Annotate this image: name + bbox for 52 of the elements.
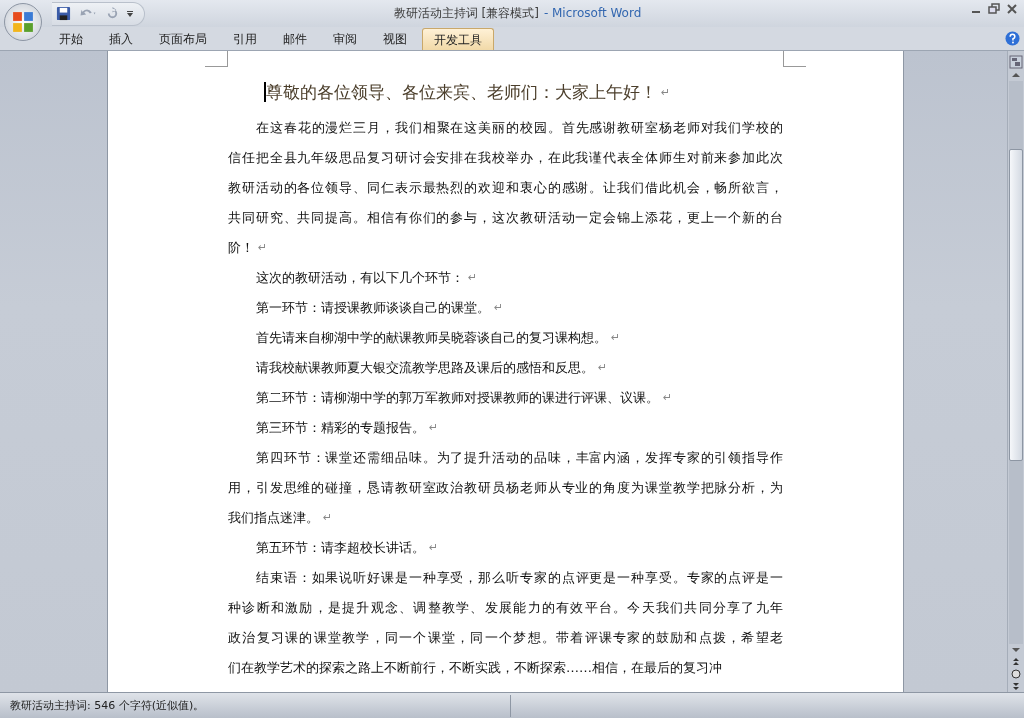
text-line: 教研活动的各位领导、同仁表示最热烈的欢迎和衷心的感谢。让我们借此机会，畅所欲言，	[228, 179, 783, 197]
vertical-scrollbar[interactable]	[1007, 51, 1024, 692]
text-line: 阶！	[228, 239, 254, 257]
greeting-heading: 尊敬的各位领导、各位来宾、老师们：大家上午好！	[266, 80, 657, 104]
ribbon-tab[interactable]: 邮件	[272, 28, 318, 50]
ruler-toggle-icon[interactable]	[1009, 55, 1023, 69]
text-line: 在这春花的漫烂三月，我们相聚在这美丽的校园。首先感谢教研室杨老师对我们学校的	[256, 119, 783, 137]
text-line: 第三环节：精彩的专题报告。	[256, 419, 425, 437]
text-line: 这次的教研活动，有以下几个环节：	[256, 269, 464, 287]
text-line: 首先请来自柳湖中学的献课教师吴晓蓉谈自己的复习课构想。	[256, 329, 607, 347]
text-line: 第一环节：请授课教师谈谈自己的课堂。	[256, 299, 490, 317]
app-name: - Microsoft Word	[543, 6, 642, 20]
text-line: 共同研究、共同提高。相信有你们的参与，这次教研活动一定会锦上添花，更上一个新的台	[228, 209, 783, 227]
paragraph-mark: ↵	[429, 540, 439, 556]
text-line: 信任把全县九年级思品复习研讨会安排在我校举办，在此我谨代表全体师生对前来参加此次	[228, 149, 783, 167]
paragraph-mark: ↵	[598, 360, 608, 376]
save-icon[interactable]	[56, 6, 71, 21]
paragraph-mark: ↵	[258, 240, 268, 256]
text-line: 政治复习课的课堂教学，同一个课堂，同一个梦想。带着评课专家的鼓励和点拨，希望老	[228, 629, 783, 647]
ribbon-tab[interactable]: 页面布局	[148, 28, 218, 50]
paragraph-mark: ↵	[663, 390, 673, 406]
browse-object-icon[interactable]	[1009, 668, 1023, 680]
paragraph-mark: ↵	[494, 300, 504, 316]
paragraph-mark: ↵	[468, 270, 478, 286]
ribbon-tab[interactable]: 开始	[48, 28, 94, 50]
close-icon[interactable]	[1006, 3, 1018, 15]
ribbon-tab[interactable]: 引用	[222, 28, 268, 50]
paragraph-mark: ↵	[661, 85, 671, 99]
window-title: 教研活动主持词 [兼容模式]	[393, 6, 539, 20]
text-line: 第二环节：请柳湖中学的郭万军教师对授课教师的课进行评课、议课。	[256, 389, 659, 407]
scroll-thumb[interactable]	[1009, 149, 1023, 461]
text-line: 第五环节：请李超校长讲话。	[256, 539, 425, 557]
restore-icon[interactable]	[988, 3, 1000, 15]
text-line: 结束语：如果说听好课是一种享受，那么听专家的点评更是一种享受。专家的点评是一	[256, 569, 783, 587]
paragraph-mark: ↵	[611, 330, 621, 346]
text-line: 用，引发思维的碰撞，恳请教研室政治教研员杨老师从专业的角度为课堂教学把脉分析，为	[228, 479, 783, 497]
text-line: 种诊断和激励，是提升观念、调整教学、发展能力的有效平台。今天我们共同分享了九年	[228, 599, 783, 617]
status-text: 教研活动主持词: 546 个字符(近似值)。	[9, 698, 206, 713]
help-icon[interactable]	[1005, 31, 1020, 46]
ribbon-tab[interactable]: 插入	[98, 28, 144, 50]
text-line: 们在教学艺术的探索之路上不断前行，不断实践，不断探索……相信，在最后的复习冲	[228, 659, 722, 677]
text-line: 我们指点迷津。	[228, 509, 319, 527]
paragraph-mark: ↵	[429, 420, 439, 436]
customize-caret-icon[interactable]	[126, 9, 134, 18]
office-button[interactable]	[4, 3, 42, 41]
text-line: 第四环节：课堂还需细品味。为了提升活动的品味，丰富内涵，发挥专家的引领指导作	[256, 449, 783, 467]
ribbon-tab[interactable]: 视图	[372, 28, 418, 50]
text-line: 请我校献课教师夏大银交流教学思路及课后的感悟和反思。	[256, 359, 594, 377]
paragraph-mark: ↵	[323, 510, 333, 526]
ribbon-tab[interactable]: 审阅	[322, 28, 368, 50]
ribbon-tab[interactable]: 开发工具	[422, 28, 494, 50]
office-logo-icon	[12, 11, 34, 33]
